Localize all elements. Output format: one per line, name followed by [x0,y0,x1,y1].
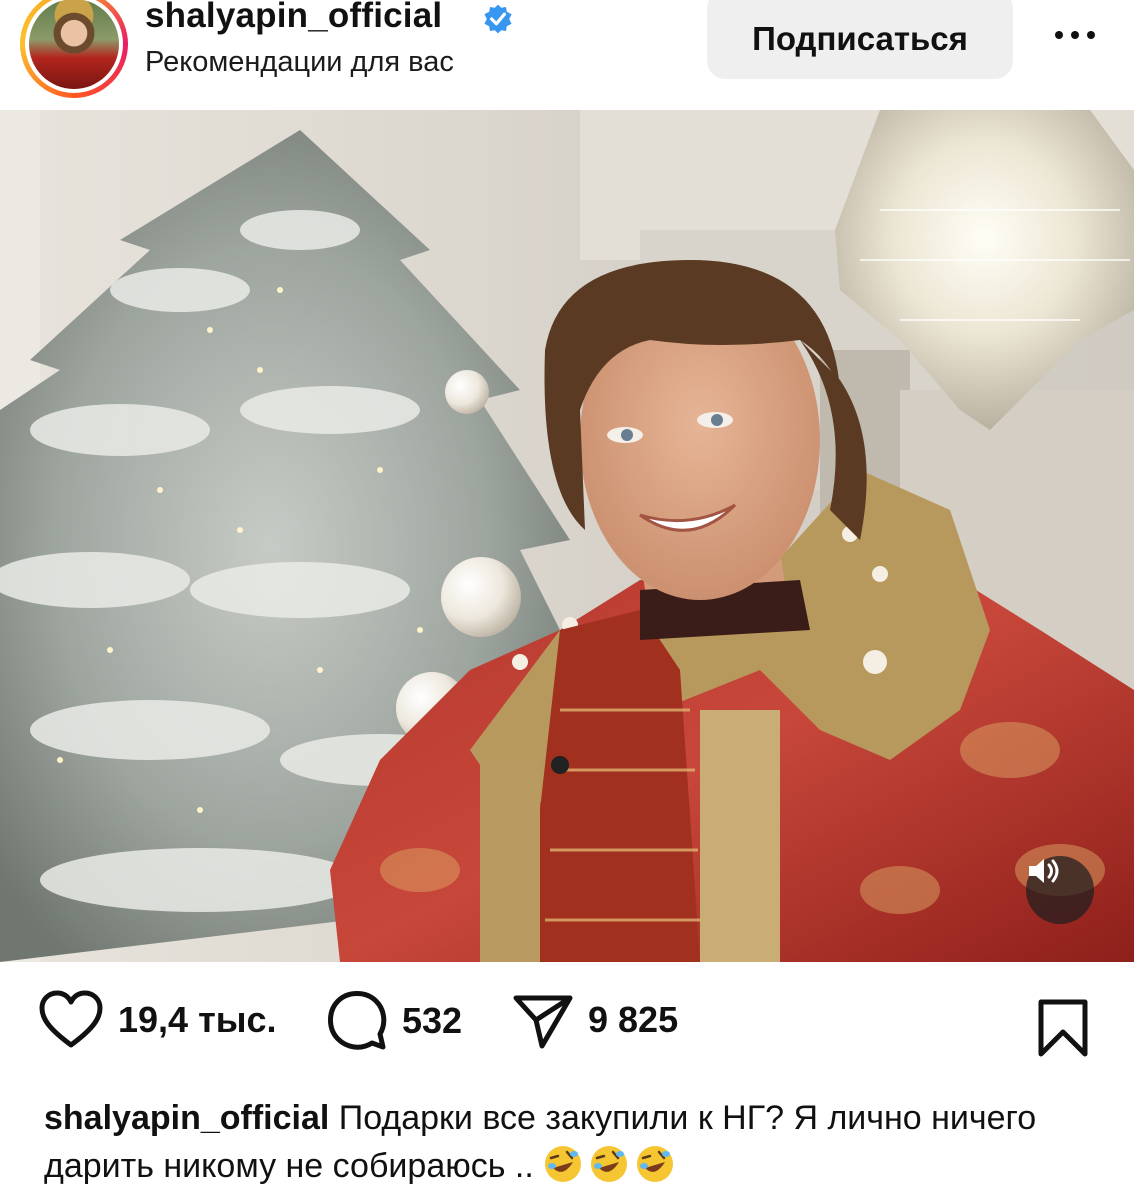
verified-badge-icon [484,4,512,34]
share-count: 9 825 [588,999,679,1040]
comment-count: 532 [402,1000,463,1041]
post-actions-bar: 19,4 тыс. 532 9 825 [0,990,1134,1070]
more-dots-icon[interactable] [1040,10,1110,60]
like-count[interactable]: 19,4 тыс. [118,999,276,1041]
avatar-image [29,0,119,89]
bookmark-icon[interactable] [1036,998,1090,1060]
caption-username[interactable]: shalyapin_official [44,1099,329,1137]
comment-bubble-icon [328,991,387,1050]
sound-on-icon[interactable] [1026,856,1094,924]
send-icon [513,995,573,1049]
post-header: shalyapin_official Рекомендации для вас … [0,0,1134,108]
post-image[interactable] [0,110,1134,962]
rolling-on-floor-laughing-emoji [637,1146,674,1182]
avatar[interactable] [20,0,128,98]
recommendation-label: Рекомендации для вас [145,46,454,78]
comment-button[interactable]: 532 [326,990,462,1052]
rolling-on-floor-laughing-emoji [545,1146,582,1182]
share-button[interactable]: 9 825 [512,990,678,1050]
post-caption: shalyapin_official Подарки все закупили … [44,1094,1104,1190]
like-button[interactable]: 19,4 тыс. [38,990,276,1050]
username-link[interactable]: shalyapin_official [145,0,442,36]
rolling-on-floor-laughing-emoji [591,1146,628,1182]
subscribe-button[interactable]: Подписаться [707,0,1013,79]
post-photo-illustration [0,110,1134,962]
heart-icon [39,990,103,1048]
